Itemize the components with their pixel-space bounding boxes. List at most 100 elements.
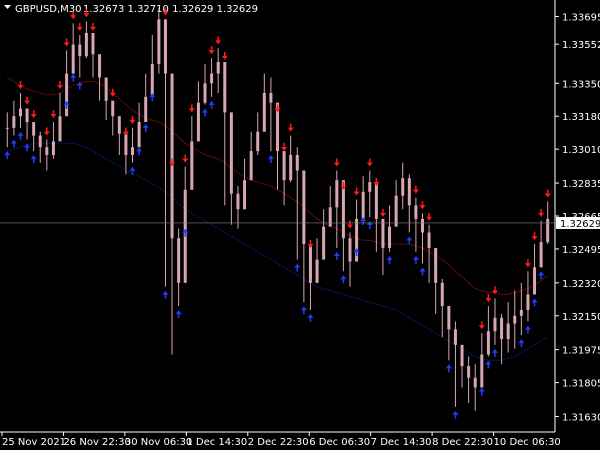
time-axis[interactable]: 25 Nov 202126 Nov 22:3030 Nov 06:301 Dec… [1, 432, 561, 448]
plot-area[interactable] [0, 0, 555, 432]
candle-body [163, 19, 167, 74]
time-tick-label: 6 Dec 06:30 [309, 437, 370, 448]
candle-body [388, 226, 392, 248]
candle-body [236, 193, 240, 210]
time-tick-label: 30 Nov 06:30 [125, 437, 192, 448]
candle-body [328, 207, 332, 227]
candle-body [434, 247, 438, 283]
candle-body [5, 127, 9, 129]
candle-body [78, 44, 82, 57]
candle-body [533, 267, 537, 295]
price-tick-label: 1.31975 [562, 346, 600, 357]
candle-body [414, 205, 418, 219]
candle-body [322, 226, 326, 260]
candle-body [486, 331, 490, 355]
candle-body [25, 108, 29, 123]
candle-body [177, 238, 181, 283]
price-tick-label: 1.32495 [562, 245, 600, 256]
time-tick-label: 1 Dec 14:30 [186, 437, 247, 448]
candle-body [137, 122, 141, 148]
candle-body [262, 92, 266, 132]
current-price-label: 1.32629 [560, 219, 600, 230]
candle-body [150, 63, 154, 97]
time-tick-label: 8 Dec 22:30 [432, 437, 493, 448]
candle-body [243, 180, 247, 210]
candle-body [45, 147, 49, 155]
candle-body [282, 151, 286, 181]
candle-body [374, 182, 378, 219]
candle-body [315, 259, 319, 283]
candle-body [58, 116, 62, 142]
candle-body [196, 102, 200, 142]
candle-body [111, 100, 115, 117]
candle-body [513, 315, 517, 324]
candle-body [289, 154, 293, 181]
candle-body [229, 112, 233, 194]
price-tick-label: 1.33552 [562, 40, 600, 51]
price-tick-label: 1.33010 [562, 145, 600, 156]
candle-body [157, 19, 161, 64]
candle-body [65, 73, 69, 117]
candle-body [453, 329, 457, 345]
candle-body [223, 61, 227, 113]
candle-body [308, 244, 312, 283]
candle-body [124, 133, 128, 155]
price-tick-label: 1.32835 [562, 179, 600, 190]
candle-body [500, 317, 504, 340]
candle-body [519, 309, 523, 316]
candle-body [427, 232, 431, 248]
candle-body [84, 32, 88, 57]
candle-body [460, 344, 464, 367]
candle-body [473, 377, 477, 388]
candle-body [407, 178, 411, 206]
candle-body [269, 92, 273, 103]
candle-body [480, 354, 484, 388]
candle-body [249, 151, 253, 181]
price-tick-label: 1.31805 [562, 379, 600, 390]
candle-body [18, 108, 22, 117]
candle-body [539, 242, 543, 268]
trading-chart-window[interactable]: GBPUSD,M30 1.32673 1.32710 1.32629 1.326… [0, 0, 600, 450]
candle-body [12, 116, 16, 128]
candle-body [98, 54, 102, 78]
candle-body [348, 238, 352, 262]
candle-body [295, 154, 299, 171]
current-price-tag: 1.32629 [556, 216, 600, 230]
candle-body [493, 317, 497, 332]
time-tick-label: 26 Nov 22:30 [63, 437, 130, 448]
candle-body [467, 366, 471, 378]
candle-body [51, 141, 55, 155]
price-tick-label: 1.31630 [562, 413, 600, 424]
candle-body [71, 44, 75, 74]
candle-body [368, 182, 372, 192]
candle-body [361, 191, 365, 219]
price-tick-label: 1.33180 [562, 112, 600, 123]
candle-body [117, 116, 121, 134]
time-tick-label: 10 Dec 06:30 [494, 437, 561, 448]
candle-body [447, 306, 451, 330]
candle-body [256, 131, 260, 152]
candle-body [170, 73, 174, 239]
candle-body [131, 147, 135, 155]
price-tick-label: 1.32150 [562, 312, 600, 323]
symbol-timeframe: GBPUSD,M30 [15, 4, 82, 15]
candle-body [203, 83, 207, 103]
ohlc-values: 1.32673 1.32710 1.32629 1.32629 [83, 4, 258, 15]
candle-body [440, 282, 444, 307]
candle-body [210, 73, 214, 84]
candle-body [506, 323, 510, 340]
candle-body [91, 32, 95, 55]
candle-body [104, 77, 108, 101]
candle-body [335, 180, 339, 208]
candle-body [144, 96, 148, 123]
candle-body [401, 178, 405, 196]
time-tick-label: 7 Dec 14:30 [371, 437, 432, 448]
candle-body [38, 135, 42, 148]
candle-body [216, 61, 220, 74]
time-tick-label: 25 Nov 2021 [2, 437, 66, 448]
price-tick-label: 1.33350 [562, 79, 600, 90]
time-tick-label: 2 Dec 22:30 [248, 437, 309, 448]
price-chart[interactable]: GBPUSD,M30 1.32673 1.32710 1.32629 1.326… [0, 0, 600, 450]
chart-header: GBPUSD,M30 1.32673 1.32710 1.32629 1.326… [4, 4, 258, 15]
candle-body [32, 122, 36, 136]
